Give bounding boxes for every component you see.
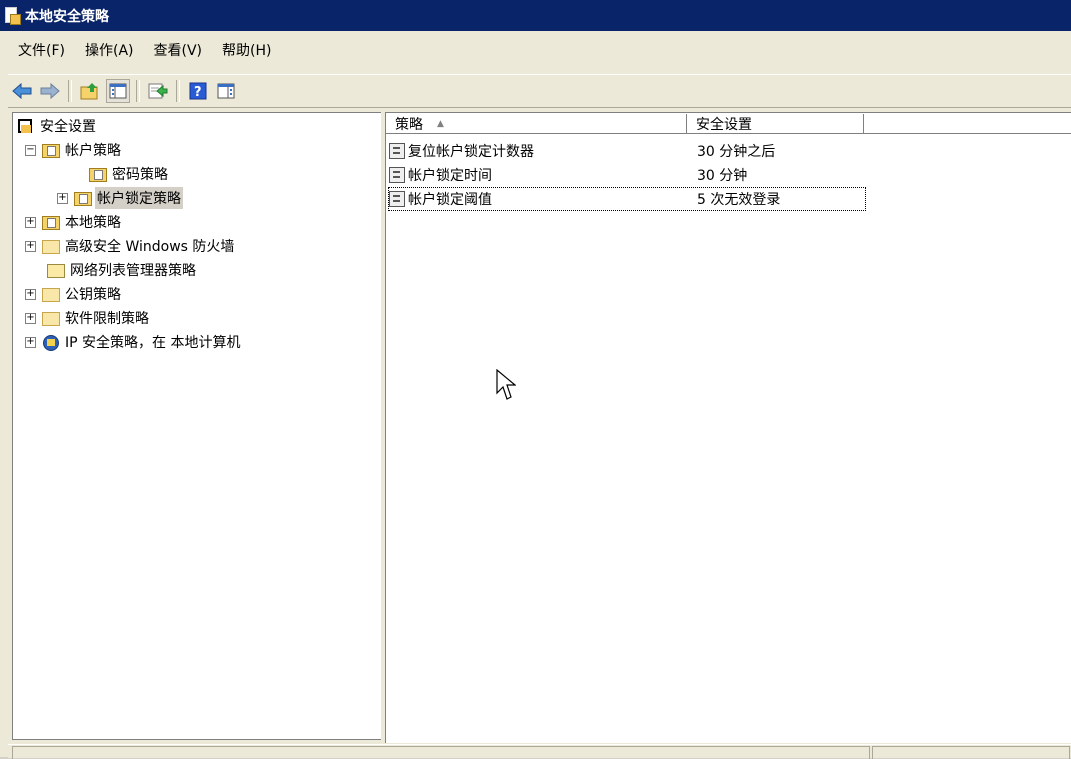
tree-label: 帐户策略 — [65, 143, 121, 159]
folder-policy-icon — [89, 166, 107, 182]
status-pane — [12, 746, 870, 759]
mouse-pointer-icon — [496, 369, 516, 400]
list-item[interactable]: 帐户锁定时间 30 分钟 — [389, 164, 865, 186]
console-tree[interactable]: 安全设置 − 帐户策略 密码策略 + 帐户锁定策略 + 本地策略 + 高级安全 … — [12, 112, 382, 740]
show-hide-console-tree-button[interactable] — [106, 79, 130, 103]
tree-item-network-list-manager[interactable]: 网络列表管理器策略 — [47, 258, 198, 282]
expand-toggle[interactable]: + — [25, 240, 36, 252]
expand-toggle[interactable]: + — [57, 192, 68, 204]
list-item[interactable]: 复位帐户锁定计数器 30 分钟之后 — [389, 140, 865, 162]
policy-name: 帐户锁定阈值 — [408, 192, 492, 208]
details-list[interactable]: 策略 ▲ 安全设置 复位帐户锁定计数器 30 分钟之后 帐户锁定时间 30 分钟… — [385, 112, 1071, 743]
folder-icon — [42, 310, 60, 326]
tree-item-ipsec[interactable]: + IP 安全策略，在 本地计算机 — [25, 330, 242, 354]
policy-name: 复位帐户锁定计数器 — [408, 144, 534, 160]
folder-policy-icon — [42, 142, 60, 158]
toolbar-separator — [68, 80, 72, 102]
expand-toggle[interactable]: + — [25, 288, 36, 300]
policy-setting-icon — [389, 143, 405, 159]
tree-label: 高级安全 Windows 防火墙 — [65, 239, 235, 255]
folder-policy-icon — [74, 190, 92, 206]
tree-item-local-policies[interactable]: + 本地策略 — [25, 210, 123, 234]
expand-toggle[interactable]: + — [25, 216, 36, 228]
toolbar-separator — [136, 80, 140, 102]
policy-value: 5 次无效登录 — [697, 192, 781, 208]
tree-label: 帐户锁定策略 — [95, 187, 183, 209]
tree-label: 网络列表管理器策略 — [70, 263, 196, 279]
tree-label: 安全设置 — [40, 119, 96, 135]
security-settings-icon — [17, 118, 35, 134]
local-security-policy-icon — [5, 6, 21, 25]
collapse-toggle[interactable]: − — [25, 144, 36, 156]
export-list-icon — [148, 83, 168, 99]
policy-setting-icon — [389, 191, 405, 207]
policy-setting-icon — [389, 167, 405, 183]
tree-item-account-lockout-policy[interactable]: + 帐户锁定策略 — [57, 186, 183, 210]
tree-label: 本地策略 — [65, 215, 121, 231]
folder-icon — [42, 238, 60, 254]
sort-ascending-icon: ▲ — [437, 118, 444, 129]
up-folder-icon — [80, 83, 98, 100]
help-icon: ? — [189, 82, 207, 100]
back-button[interactable] — [10, 79, 34, 103]
back-arrow-icon — [12, 83, 32, 99]
column-header-label: 策略 — [395, 116, 423, 133]
tree-item-software-restriction[interactable]: + 软件限制策略 — [25, 306, 151, 330]
properties-button[interactable] — [214, 79, 238, 103]
forward-arrow-icon — [40, 83, 60, 99]
column-header-policy[interactable]: 策略 ▲ — [386, 114, 687, 134]
toolbar-separator — [176, 80, 180, 102]
policy-value: 30 分钟 — [697, 168, 748, 184]
tree-label: 软件限制策略 — [65, 311, 149, 327]
properties-icon — [217, 83, 235, 99]
mmc-window: 本地安全策略 文件(F) 操作(A) 查看(V) 帮助(H) ? 安全设置 − … — [0, 0, 1071, 759]
tree-label: IP 安全策略，在 本地计算机 — [65, 335, 241, 351]
column-header-empty — [864, 114, 1071, 134]
menu-action[interactable]: 操作(A) — [75, 40, 144, 60]
up-level-button[interactable] — [78, 79, 102, 103]
svg-text:?: ? — [194, 85, 202, 100]
status-bar — [8, 744, 1071, 759]
tree-item-account-policies[interactable]: − 帐户策略 — [25, 138, 123, 162]
expand-toggle[interactable]: + — [25, 312, 36, 324]
list-item[interactable]: 帐户锁定阈值 5 次无效登录 — [388, 187, 866, 211]
column-header-label: 安全设置 — [696, 116, 752, 133]
folder-icon — [47, 262, 65, 278]
title-bar[interactable]: 本地安全策略 — [0, 0, 1071, 31]
window-title: 本地安全策略 — [25, 8, 109, 25]
menu-file[interactable]: 文件(F) — [8, 40, 75, 60]
column-header-security-setting[interactable]: 安全设置 — [687, 114, 864, 134]
policy-value: 30 分钟之后 — [697, 144, 776, 160]
ip-security-icon — [42, 334, 60, 351]
status-pane — [872, 746, 1070, 759]
menu-view[interactable]: 查看(V) — [144, 40, 213, 60]
tree-item-firewall[interactable]: + 高级安全 Windows 防火墙 — [25, 234, 236, 258]
tree-item-security-settings[interactable]: 安全设置 — [17, 114, 98, 138]
menu-help[interactable]: 帮助(H) — [212, 40, 281, 60]
tree-label: 公钥策略 — [65, 287, 121, 303]
tree-item-password-policy[interactable]: 密码策略 — [89, 162, 170, 186]
export-list-button[interactable] — [146, 79, 170, 103]
tree-label: 密码策略 — [112, 167, 168, 183]
menu-bar: 文件(F) 操作(A) 查看(V) 帮助(H) — [8, 35, 1071, 65]
folder-icon — [42, 286, 60, 302]
expand-toggle[interactable]: + — [25, 336, 36, 348]
help-button[interactable]: ? — [186, 79, 210, 103]
policy-name: 帐户锁定时间 — [408, 168, 492, 184]
toolbar: ? — [8, 74, 1071, 108]
tree-item-public-key-policies[interactable]: + 公钥策略 — [25, 282, 123, 306]
forward-button[interactable] — [38, 79, 62, 103]
folder-policy-icon — [42, 214, 60, 230]
show-hide-tree-icon — [109, 83, 127, 99]
